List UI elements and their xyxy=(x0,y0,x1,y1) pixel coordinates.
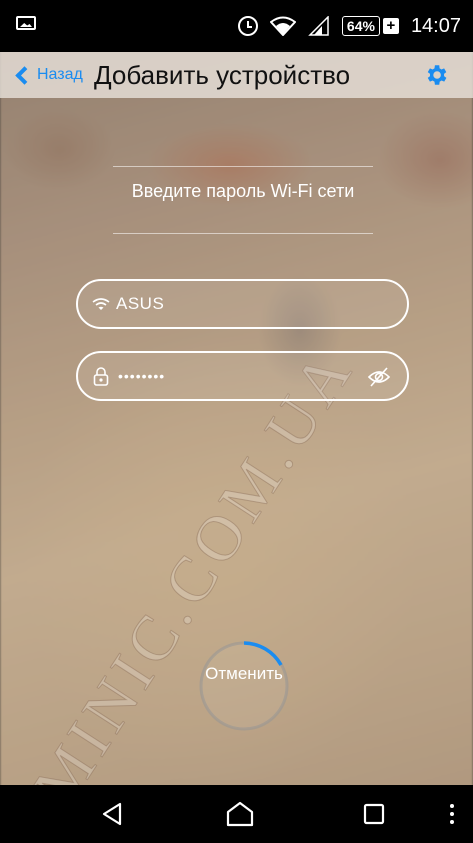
charging-icon: + xyxy=(382,18,399,34)
password-field[interactable]: •••••••• xyxy=(76,351,409,401)
prompt-divider-bottom xyxy=(113,233,373,234)
ssid-field[interactable]: ASUS xyxy=(76,279,409,329)
wifi-icon xyxy=(90,293,112,315)
page-title: Добавить устройство xyxy=(94,60,351,90)
alarm-icon xyxy=(237,16,258,36)
home-icon[interactable] xyxy=(212,785,268,843)
back-label: Назад xyxy=(37,66,83,83)
signal-icon xyxy=(308,16,330,36)
wifi-icon xyxy=(269,16,296,36)
loading-spinner[interactable] xyxy=(197,639,291,733)
lock-icon xyxy=(90,365,112,387)
password-value: •••••••• xyxy=(118,368,166,384)
battery-icon: 64% + xyxy=(341,16,399,36)
screen: MINIC.COM.UA 64% + 14:07 Назад Добавить … xyxy=(0,0,473,843)
gallery-icon xyxy=(16,16,36,30)
recent-apps-icon[interactable] xyxy=(350,785,398,843)
eye-off-icon[interactable] xyxy=(367,366,391,388)
prompt-text: Введите пароль Wi-Fi сети xyxy=(131,181,355,201)
status-icons: 64% + 14:07 xyxy=(237,0,461,52)
back-button[interactable]: Назад xyxy=(10,52,83,98)
battery-percent: 64% xyxy=(341,16,380,36)
gear-icon[interactable] xyxy=(423,62,449,88)
prompt-divider-top xyxy=(113,166,373,167)
status-bar: 64% + 14:07 xyxy=(0,0,473,52)
more-icon[interactable] xyxy=(440,785,464,843)
clock: 14:07 xyxy=(410,14,461,37)
app-header: Назад Добавить устройство xyxy=(0,52,473,98)
cancel-button[interactable]: Отменить xyxy=(197,662,291,686)
back-triangle-icon[interactable] xyxy=(88,785,136,843)
chevron-left-icon xyxy=(15,65,34,85)
navigation-bar xyxy=(0,785,473,843)
ssid-value: ASUS xyxy=(116,294,165,313)
